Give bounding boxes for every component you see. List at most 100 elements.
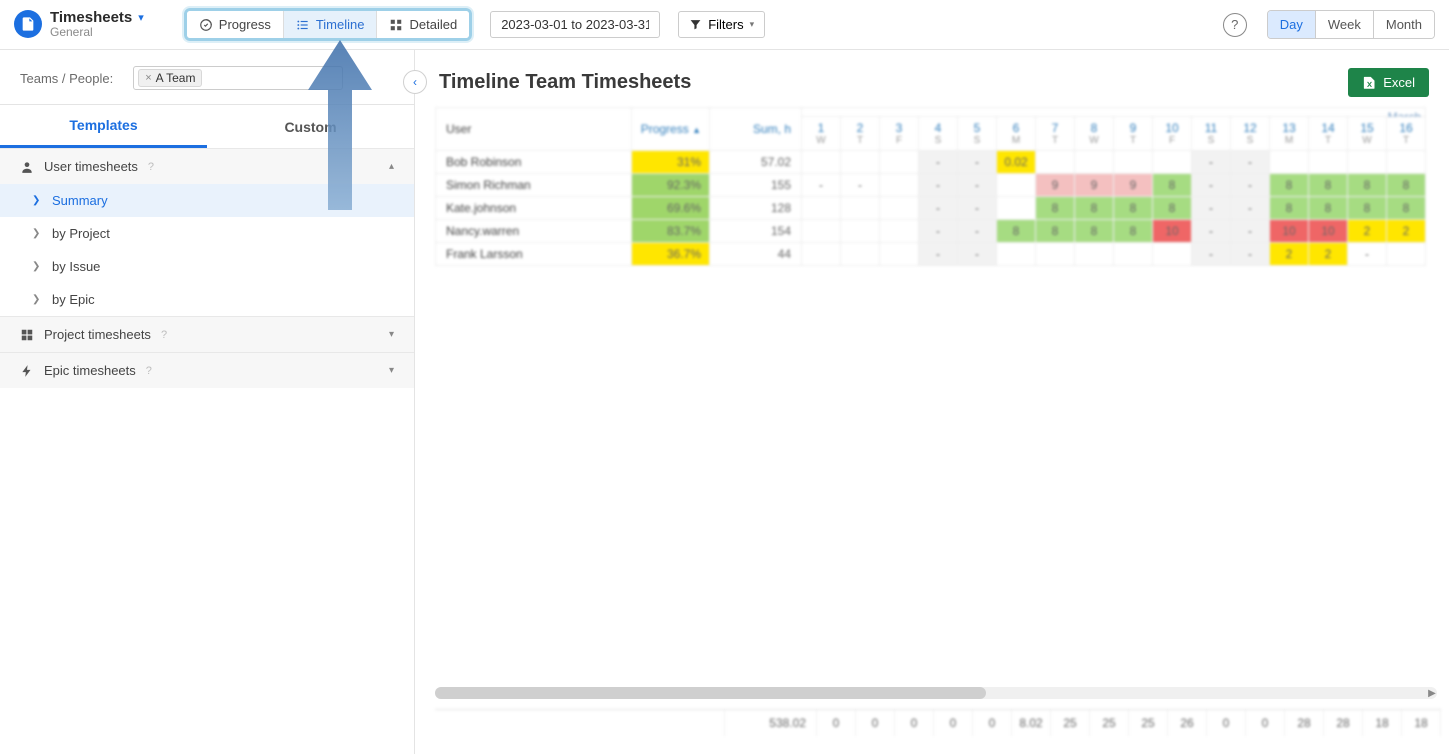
cell-day[interactable]: 10 bbox=[1309, 220, 1348, 243]
cell-day[interactable]: 8 bbox=[1114, 197, 1153, 220]
cell-day[interactable] bbox=[802, 197, 841, 220]
cell-day[interactable]: - bbox=[1231, 243, 1270, 266]
cell-day[interactable] bbox=[880, 243, 919, 266]
cell-day[interactable]: 8 bbox=[1036, 197, 1075, 220]
cell-day[interactable] bbox=[1114, 243, 1153, 266]
item-by-issue[interactable]: ❯ by Issue bbox=[0, 250, 414, 283]
cell-day[interactable]: 8 bbox=[1348, 174, 1387, 197]
people-input[interactable]: × A Team bbox=[133, 66, 343, 90]
table-row[interactable]: Simon Richman92.3%155----9998--8888 bbox=[436, 174, 1426, 197]
cell-day[interactable] bbox=[1309, 151, 1348, 174]
cell-day[interactable]: - bbox=[1192, 220, 1231, 243]
item-summary[interactable]: ❯ Summary bbox=[0, 184, 414, 217]
cell-day[interactable]: 0.02 bbox=[997, 151, 1036, 174]
date-range-input[interactable] bbox=[490, 11, 660, 38]
team-chip[interactable]: × A Team bbox=[138, 69, 202, 87]
cell-day[interactable]: 8 bbox=[1270, 197, 1309, 220]
cell-day[interactable]: 8 bbox=[1348, 197, 1387, 220]
cell-day[interactable] bbox=[1153, 151, 1192, 174]
cell-day[interactable]: - bbox=[1192, 151, 1231, 174]
cell-day[interactable] bbox=[880, 151, 919, 174]
th-day-4[interactable]: 4S bbox=[919, 117, 958, 151]
group-project-timesheets[interactable]: Project timesheets ? ▾ bbox=[0, 316, 414, 352]
cell-day[interactable]: 2 bbox=[1309, 243, 1348, 266]
th-day-16[interactable]: 16T bbox=[1387, 117, 1426, 151]
cell-day[interactable]: 8 bbox=[1270, 174, 1309, 197]
cell-day[interactable]: 2 bbox=[1348, 220, 1387, 243]
table-row[interactable]: Frank Larsson36.7%44----22- bbox=[436, 243, 1426, 266]
cell-day[interactable]: 8 bbox=[1153, 197, 1192, 220]
cell-day[interactable]: 9 bbox=[1036, 174, 1075, 197]
cell-day[interactable]: - bbox=[802, 174, 841, 197]
cell-day[interactable] bbox=[880, 197, 919, 220]
table-row[interactable]: Bob Robinson31%57.02--0.02-- bbox=[436, 151, 1426, 174]
cell-day[interactable]: 8 bbox=[1387, 174, 1426, 197]
cell-day[interactable] bbox=[802, 151, 841, 174]
collapse-sidebar-button[interactable]: ‹ bbox=[403, 70, 427, 94]
th-day-12[interactable]: 12S bbox=[1231, 117, 1270, 151]
cell-day[interactable]: 8 bbox=[1036, 220, 1075, 243]
table-row[interactable]: Nancy.warren83.7%154--888810--101022 bbox=[436, 220, 1426, 243]
group-epic-timesheets[interactable]: Epic timesheets ? ▾ bbox=[0, 352, 414, 388]
help-button[interactable]: ? bbox=[1223, 13, 1247, 37]
cell-day[interactable]: 10 bbox=[1270, 220, 1309, 243]
cell-day[interactable]: 8 bbox=[1075, 220, 1114, 243]
cell-day[interactable]: - bbox=[958, 197, 997, 220]
cell-day[interactable] bbox=[1075, 151, 1114, 174]
cell-day[interactable]: 10 bbox=[1153, 220, 1192, 243]
cell-day[interactable] bbox=[1114, 151, 1153, 174]
cell-day[interactable] bbox=[1387, 151, 1426, 174]
cell-day[interactable] bbox=[880, 174, 919, 197]
scrollbar-thumb[interactable] bbox=[435, 687, 986, 699]
cell-day[interactable]: 8 bbox=[1309, 197, 1348, 220]
th-day-15[interactable]: 15W bbox=[1348, 117, 1387, 151]
th-day-11[interactable]: 11S bbox=[1192, 117, 1231, 151]
cell-day[interactable]: 8 bbox=[1153, 174, 1192, 197]
cell-day[interactable]: - bbox=[919, 220, 958, 243]
cell-day[interactable]: - bbox=[958, 151, 997, 174]
th-day-5[interactable]: 5S bbox=[958, 117, 997, 151]
app-ident[interactable]: Timesheets ▾ General bbox=[14, 10, 144, 39]
th-day-9[interactable]: 9T bbox=[1114, 117, 1153, 151]
cell-day[interactable]: - bbox=[958, 243, 997, 266]
cell-day[interactable] bbox=[1387, 243, 1426, 266]
cell-day[interactable] bbox=[841, 197, 880, 220]
th-day-10[interactable]: 10F bbox=[1153, 117, 1192, 151]
cell-day[interactable]: - bbox=[1192, 174, 1231, 197]
view-timeline-button[interactable]: Timeline bbox=[283, 11, 377, 38]
cell-day[interactable]: 8 bbox=[1075, 197, 1114, 220]
cell-day[interactable]: 8 bbox=[997, 220, 1036, 243]
cell-day[interactable] bbox=[997, 197, 1036, 220]
cell-day[interactable]: 2 bbox=[1270, 243, 1309, 266]
cell-day[interactable]: 8 bbox=[1387, 197, 1426, 220]
th-sum[interactable]: Sum, h bbox=[710, 108, 802, 151]
cell-day[interactable]: - bbox=[1231, 151, 1270, 174]
th-day-13[interactable]: 13M bbox=[1270, 117, 1309, 151]
item-by-project[interactable]: ❯ by Project bbox=[0, 217, 414, 250]
cell-day[interactable] bbox=[1075, 243, 1114, 266]
chevron-down-icon[interactable]: ▾ bbox=[138, 11, 144, 24]
view-detailed-button[interactable]: Detailed bbox=[376, 11, 469, 38]
th-day-14[interactable]: 14T bbox=[1309, 117, 1348, 151]
tab-templates[interactable]: Templates bbox=[0, 105, 207, 148]
cell-day[interactable]: - bbox=[841, 174, 880, 197]
horizontal-scrollbar[interactable]: ◀ ▶ bbox=[435, 687, 1437, 699]
th-day-1[interactable]: 1W bbox=[802, 117, 841, 151]
tab-custom[interactable]: Custom bbox=[207, 105, 414, 148]
cell-day[interactable] bbox=[841, 243, 880, 266]
view-progress-button[interactable]: Progress bbox=[187, 11, 283, 38]
cell-day[interactable] bbox=[1036, 243, 1075, 266]
cell-day[interactable]: 9 bbox=[1114, 174, 1153, 197]
cell-day[interactable] bbox=[1270, 151, 1309, 174]
th-day-3[interactable]: 3F bbox=[880, 117, 919, 151]
th-user[interactable]: User bbox=[436, 108, 632, 151]
cell-day[interactable]: 2 bbox=[1387, 220, 1426, 243]
cell-day[interactable]: - bbox=[1231, 220, 1270, 243]
export-excel-button[interactable]: Excel bbox=[1348, 68, 1429, 97]
cell-day[interactable] bbox=[997, 243, 1036, 266]
th-day-7[interactable]: 7T bbox=[1036, 117, 1075, 151]
cell-day[interactable]: 9 bbox=[1075, 174, 1114, 197]
table-row[interactable]: Kate.johnson69.6%128--8888--8888 bbox=[436, 197, 1426, 220]
th-day-8[interactable]: 8W bbox=[1075, 117, 1114, 151]
cell-day[interactable]: 8 bbox=[1309, 174, 1348, 197]
